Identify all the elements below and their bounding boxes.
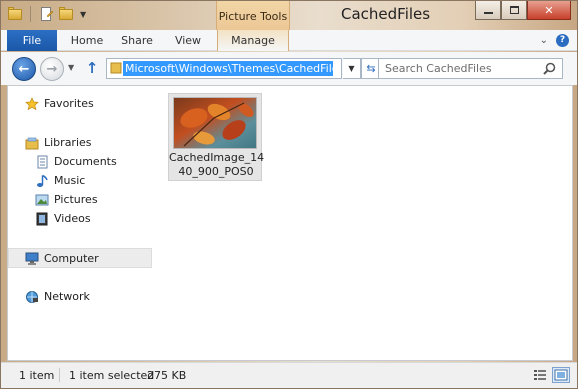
large-icons-view-icon: [554, 369, 568, 381]
quick-access-toolbar: ▼: [7, 6, 86, 22]
tab-share[interactable]: Share: [113, 30, 161, 51]
minimize-button[interactable]: [475, 1, 501, 20]
selection-status: 1 item selected: [69, 369, 155, 382]
libraries-icon: [25, 137, 39, 150]
address-dropdown-button[interactable]: ▼: [343, 58, 361, 79]
folder-icon: [7, 6, 23, 22]
file-name-line: CachedImage_14: [169, 151, 265, 164]
close-button[interactable]: ✕: [527, 1, 571, 20]
ribbon-controls: ⌄ ?: [540, 34, 569, 47]
computer-icon: [25, 252, 39, 265]
sidebar-item-label: Favorites: [44, 97, 94, 110]
sidebar-item-label: Network: [44, 290, 90, 303]
toolbar-divider: [30, 6, 31, 22]
address-bar[interactable]: Microsoft\Windows\Themes\CachedFiles: [106, 58, 342, 79]
tab-manage[interactable]: Manage: [217, 30, 289, 51]
selection-size: 275 KB: [147, 369, 187, 382]
videos-icon: [36, 212, 48, 226]
recent-locations-chevron-icon[interactable]: ▼: [68, 63, 74, 72]
file-name-line: 40_900_POS0: [178, 165, 254, 178]
address-path[interactable]: Microsoft\Windows\Themes\CachedFiles: [123, 61, 333, 76]
tab-view[interactable]: View: [164, 30, 212, 51]
details-view-button[interactable]: [531, 367, 549, 383]
details-view-icon: [534, 370, 546, 380]
forward-button[interactable]: →: [40, 57, 64, 81]
sidebar-item-computer[interactable]: Computer: [8, 248, 152, 268]
customize-toolbar-chevron-icon[interactable]: ▼: [80, 10, 86, 19]
music-icon: [37, 174, 48, 187]
up-arrow-icon: ↑: [85, 59, 99, 77]
back-arrow-icon: ←: [18, 61, 30, 77]
image-thumbnail: [173, 97, 257, 149]
tab-file[interactable]: File: [7, 30, 57, 51]
status-divider: [59, 368, 60, 382]
sidebar-item-label: Music: [54, 174, 86, 187]
file-name: CachedImage_14 40_900_POS0: [169, 151, 265, 179]
search-input[interactable]: Search CachedFiles: [378, 58, 563, 79]
sidebar-item-label: Computer: [44, 252, 99, 265]
sidebar-item-label: Libraries: [44, 136, 92, 149]
minimize-icon: [483, 12, 493, 14]
sidebar-item-label: Pictures: [54, 193, 98, 206]
properties-icon[interactable]: [38, 6, 54, 22]
pictures-icon: [35, 194, 49, 206]
caption-buttons: ✕: [475, 1, 571, 20]
item-count: 1 item: [19, 369, 55, 382]
help-icon[interactable]: ?: [556, 34, 569, 47]
navigation-bar: ← → ▼ ↑ Microsoft\Windows\Themes\CachedF…: [1, 52, 577, 85]
explorer-window: ▼ Picture Tools CachedFiles ✕ File Home …: [0, 0, 578, 389]
tab-home[interactable]: Home: [63, 30, 111, 51]
maximize-icon: [509, 6, 519, 14]
search-placeholder: Search CachedFiles: [385, 62, 492, 75]
large-icons-view-button[interactable]: [552, 367, 570, 383]
file-item-selected[interactable]: CachedImage_14 40_900_POS0: [168, 93, 265, 181]
title-bar: ▼ Picture Tools CachedFiles ✕: [1, 1, 577, 30]
star-icon: [25, 97, 39, 111]
search-icon[interactable]: [543, 62, 556, 75]
status-bar: 1 item 1 item selected 275 KB: [1, 362, 577, 388]
picture-tools-context-label: Picture Tools: [216, 1, 290, 30]
navigation-pane: Favorites Libraries Documents Music Pict…: [8, 86, 158, 360]
forward-arrow-icon: →: [46, 61, 58, 77]
back-button[interactable]: ←: [12, 57, 36, 81]
ribbon-tab-bar: File Home Share View Manage ⌄ ?: [1, 30, 577, 51]
refresh-icon: ⇆: [366, 62, 376, 75]
network-icon: [26, 291, 38, 303]
up-button[interactable]: ↑: [84, 59, 100, 77]
sidebar-item-label: Videos: [54, 212, 91, 225]
expand-ribbon-chevron-icon[interactable]: ⌄: [540, 35, 548, 46]
new-folder-icon[interactable]: [58, 6, 74, 22]
maximize-button[interactable]: [501, 1, 527, 20]
close-icon: ✕: [544, 3, 554, 17]
window-title: CachedFiles: [341, 5, 431, 23]
content-area: Favorites Libraries Documents Music Pict…: [7, 85, 573, 361]
sidebar-item-label: Documents: [54, 155, 117, 168]
documents-icon: [37, 155, 48, 169]
